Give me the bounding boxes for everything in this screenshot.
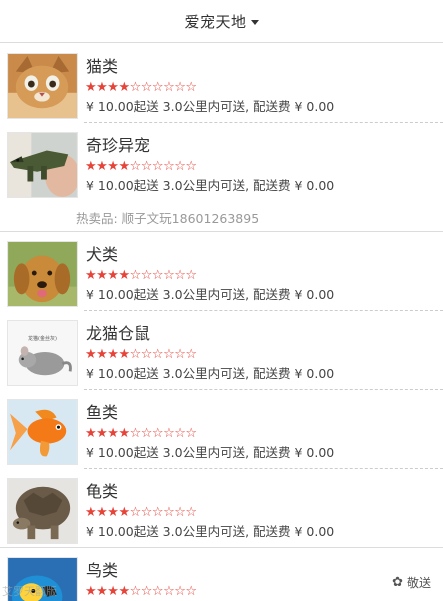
stars-empty: ☆☆☆☆☆☆: [129, 426, 197, 441]
item-delivery-info: ¥ 10.00起送 3.0公里内可送, 配送费 ¥ 0.00: [86, 178, 335, 193]
watermark-text: 艾罗天翻版: [2, 585, 57, 598]
stars-filled: ★★★★: [85, 347, 130, 362]
list-item[interactable]: 鱼类 ★★★★☆☆☆☆☆☆ ¥ 10.00起送 3.0公里内可送, 配送费 ¥ …: [0, 390, 443, 469]
share-badge[interactable]: ✿ 敬送: [392, 574, 431, 591]
item-delivery-info: ¥ 10.00起送 3.0公里内可送, 配送费 ¥ 0.00: [86, 366, 335, 381]
rating-stars: ★★★★☆☆☆☆☆☆: [85, 427, 197, 440]
stars-filled: ★★★★: [85, 426, 130, 441]
stars-filled: ★★★★: [85, 505, 130, 520]
item-delivery-info: ¥ 10.00起送 3.0公里内可送, 配送费 ¥ 0.00: [86, 524, 335, 539]
bottom-overlay: 艾罗天翻版 ✿ 敬送: [0, 571, 443, 601]
list-item[interactable]: 犬类 ★★★★☆☆☆☆☆☆ ¥ 10.00起送 3.0公里内可送, 配送费 ¥ …: [0, 232, 443, 311]
shop-list: 猫类 ★★★★☆☆☆☆☆☆ ¥ 10.00起送 3.0公里内可送, 配送费 ¥ …: [0, 44, 443, 601]
item-name: 龙猫仓鼠: [86, 324, 151, 343]
item-name: 龟类: [86, 482, 119, 501]
chinchilla-photo-icon: 龙猫(金丝灰): [7, 320, 78, 386]
page-title-dropdown[interactable]: 爱宠天地: [184, 11, 246, 32]
goldfish-photo-icon: [7, 399, 78, 465]
stars-empty: ☆☆☆☆☆☆: [129, 347, 197, 362]
item-name: 猫类: [86, 57, 119, 76]
item-name: 鱼类: [86, 403, 119, 422]
hot-sale-banner: 热卖品: 顺子文玩18601263895: [0, 202, 443, 232]
item-name: 犬类: [86, 245, 119, 264]
crocodile-photo-icon: [7, 132, 78, 198]
stars-empty: ☆☆☆☆☆☆: [129, 505, 197, 520]
rating-stars: ★★★★☆☆☆☆☆☆: [85, 269, 197, 282]
stars-empty: ☆☆☆☆☆☆: [129, 159, 197, 174]
list-item[interactable]: 龟类 ★★★★☆☆☆☆☆☆ ¥ 10.00起送 3.0公里内可送, 配送费 ¥ …: [0, 469, 443, 548]
rating-stars: ★★★★☆☆☆☆☆☆: [85, 81, 197, 94]
list-item[interactable]: 奇珍异宠 ★★★★☆☆☆☆☆☆ ¥ 10.00起送 3.0公里内可送, 配送费 …: [0, 123, 443, 202]
stars-filled: ★★★★: [85, 268, 130, 283]
tortoise-photo-icon: [7, 478, 78, 544]
stars-empty: ☆☆☆☆☆☆: [129, 80, 197, 95]
rating-stars: ★★★★☆☆☆☆☆☆: [85, 348, 197, 361]
stars-filled: ★★★★: [85, 159, 130, 174]
rating-stars: ★★★★☆☆☆☆☆☆: [85, 506, 197, 519]
item-delivery-info: ¥ 10.00起送 3.0公里内可送, 配送费 ¥ 0.00: [86, 99, 335, 114]
dog-photo-icon: [7, 241, 78, 307]
item-name: 奇珍异宠: [86, 136, 151, 155]
rating-stars: ★★★★☆☆☆☆☆☆: [85, 160, 197, 173]
top-bar: 爱宠天地: [0, 0, 443, 43]
list-item[interactable]: 猫类 ★★★★☆☆☆☆☆☆ ¥ 10.00起送 3.0公里内可送, 配送费 ¥ …: [0, 44, 443, 123]
list-item[interactable]: 龙猫(金丝灰) 龙猫仓鼠 ★★★★☆☆☆☆☆☆ ¥ 10.00起送 3.0公里内…: [0, 311, 443, 390]
item-delivery-info: ¥ 10.00起送 3.0公里内可送, 配送费 ¥ 0.00: [86, 445, 335, 460]
badge-label: 敬送: [406, 576, 431, 590]
stars-filled: ★★★★: [85, 80, 130, 95]
wechat-icon: ✿: [392, 575, 403, 590]
caret-down-icon[interactable]: [250, 19, 259, 25]
item-delivery-info: ¥ 10.00起送 3.0公里内可送, 配送费 ¥ 0.00: [86, 287, 335, 302]
chinchilla-caption: 龙猫(金丝灰): [28, 336, 57, 342]
cat-photo-icon: [7, 53, 78, 119]
stars-empty: ☆☆☆☆☆☆: [129, 268, 197, 283]
hot-sale-text: 热卖品: 顺子文玩18601263895: [76, 211, 260, 226]
